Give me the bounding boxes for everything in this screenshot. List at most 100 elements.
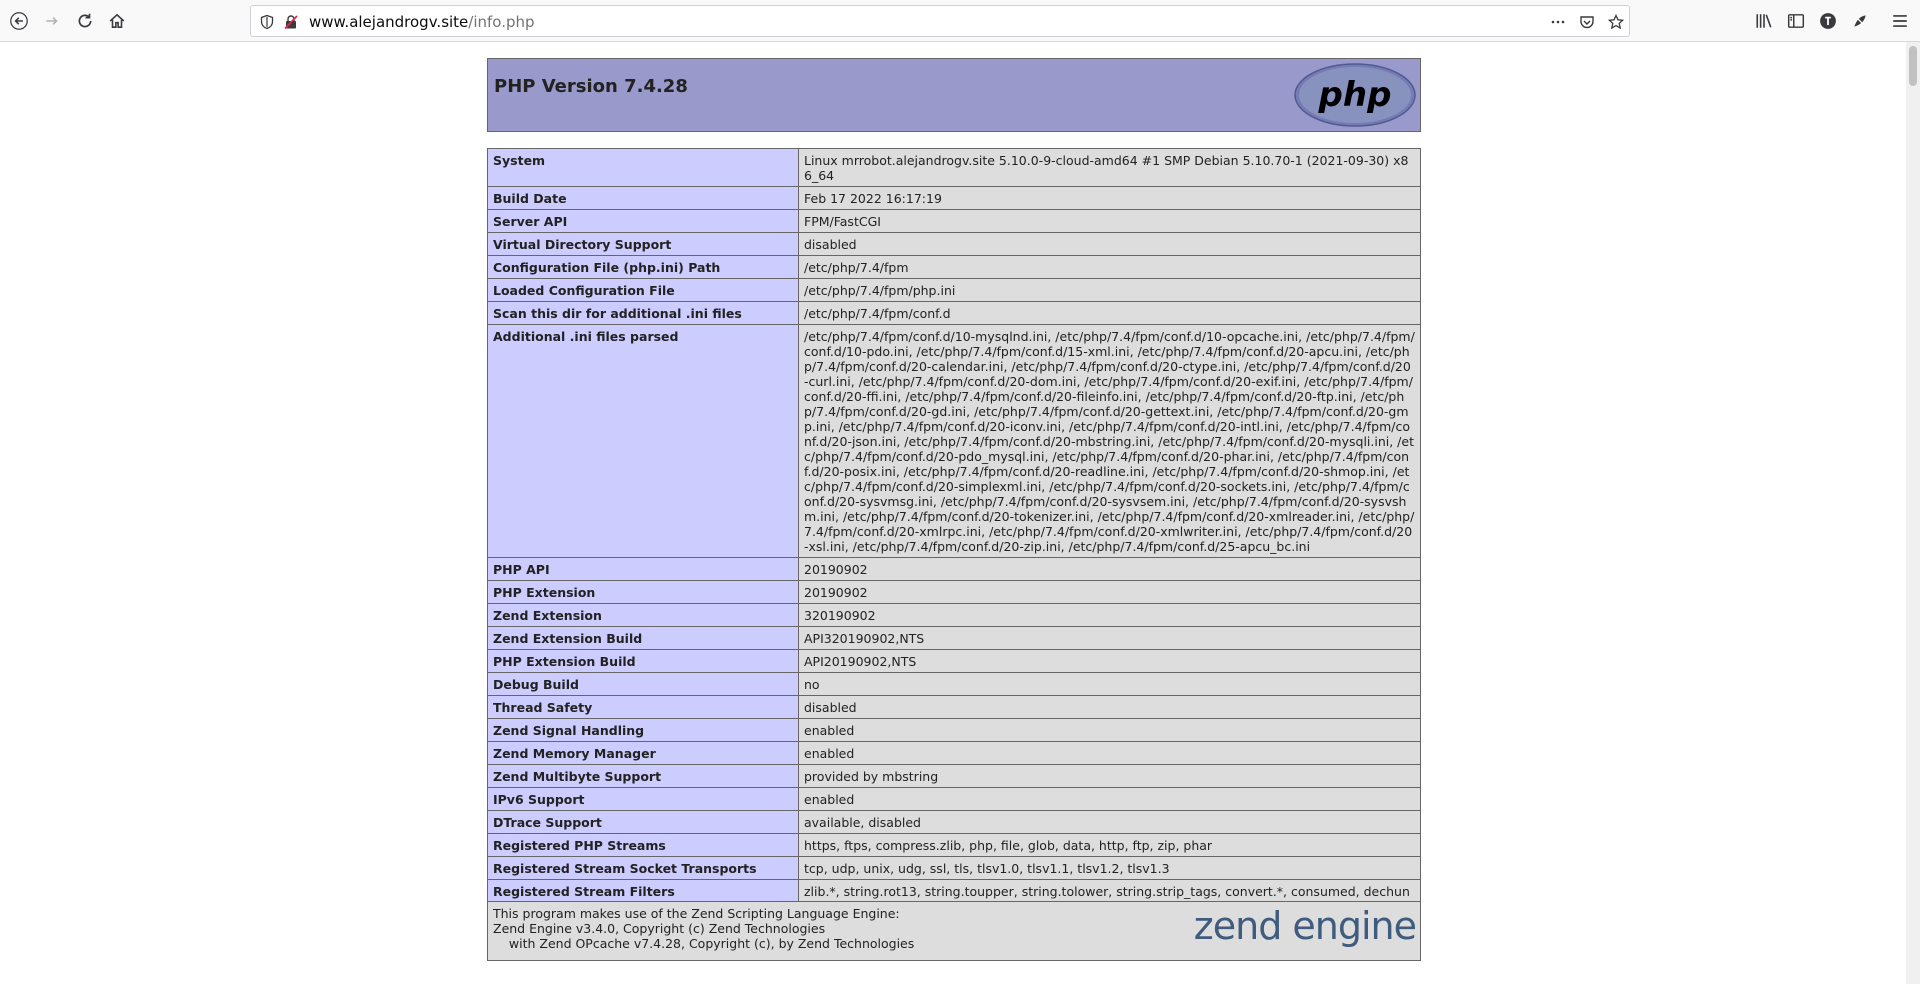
info-row: Zend Multibyte Support provided by mbstri… [487,764,1421,788]
zend-engine-box: This program makes use of the Zend Scrip… [487,901,1421,961]
info-key: Thread Safety [487,695,799,719]
info-value: /etc/php/7.4/fpm/php.ini [798,278,1421,302]
info-key: PHP Extension Build [487,649,799,673]
info-value: Feb 17 2022 16:17:19 [798,186,1421,210]
zend-line-2: Zend Engine v3.4.0, Copyright (c) Zend T… [493,921,826,936]
info-row: Virtual Directory Support disabled [487,232,1421,256]
info-key: Build Date [487,186,799,210]
info-row: Registered Stream Socket Transports tcp, … [487,856,1421,880]
info-key: DTrace Support [487,810,799,834]
info-value: API320190902,NTS [798,626,1421,650]
reload-button[interactable] [72,8,98,34]
info-key: Registered Stream Socket Transports [487,856,799,880]
account-avatar-icon [1820,13,1836,29]
scrollbar-thumb[interactable] [1909,46,1917,86]
info-key: Debug Build [487,672,799,696]
info-row: Zend Memory Manager enabled [487,741,1421,765]
home-button[interactable] [104,8,130,34]
info-value: enabled [798,787,1421,811]
info-key: Zend Extension Build [487,626,799,650]
info-value: disabled [798,695,1421,719]
info-row: Zend Signal Handling enabled [487,718,1421,742]
zend-engine-logo[interactable]: zend engine [1194,904,1417,948]
info-key: Additional .ini files parsed [487,324,799,558]
php-header: PHP Version 7.4.28 php [487,58,1421,132]
info-table: System Linux mrrobot.alejandrogv.site 5.1… [487,148,1421,918]
info-value: https, ftps, compress.zlib, php, file, g… [798,833,1421,857]
info-row: Additional .ini files parsed/etc/php/7.4… [487,324,1421,558]
zend-line-1: This program makes use of the Zend Scrip… [493,906,900,921]
menu-button[interactable] [1887,8,1913,34]
info-row: Build Date Feb 17 2022 16:17:19 [487,186,1421,210]
info-row: Zend Extension 320190902 [487,603,1421,627]
info-row: PHP Extension Build API20190902,NTS [487,649,1421,673]
info-key: System [487,148,799,187]
sidebar-button[interactable] [1783,8,1809,34]
info-value: 20190902 [798,580,1421,604]
account-button[interactable] [1815,8,1841,34]
url-bar[interactable]: www.alejandrogv.site/info.php [250,5,1630,37]
tracking-shield-icon[interactable] [257,12,277,32]
info-value: no [798,672,1421,696]
php-logo[interactable]: php [1294,63,1416,127]
hamburger-menu-icon [1893,15,1907,27]
info-value: /etc/php/7.4/fpm/conf.d [798,301,1421,325]
back-button[interactable] [6,8,32,34]
pocket-icon[interactable] [1577,12,1597,32]
info-row: Debug Build no [487,672,1421,696]
insecure-lock-icon[interactable] [281,12,301,32]
page-actions-icon[interactable] [1548,12,1568,32]
info-row: DTrace Support available, disabled [487,810,1421,834]
info-value: available, disabled [798,810,1421,834]
info-row: Scan this dir for additional .ini files /… [487,301,1421,325]
zend-text: This program makes use of the Zend Scrip… [493,906,914,951]
info-value: tcp, udp, unix, udg, ssl, tls, tlsv1.0, … [798,856,1421,880]
info-value: 320190902 [798,603,1421,627]
info-row: PHP Extension 20190902 [487,580,1421,604]
bookmark-star-icon[interactable] [1606,12,1626,32]
info-value: Linux mrrobot.alejandrogv.site 5.10.0-9-… [798,148,1421,187]
forward-button[interactable] [39,8,65,34]
info-key: Configuration File (php.ini) Path [487,255,799,279]
info-key: Zend Multibyte Support [487,764,799,788]
info-row: IPv6 Support enabled [487,787,1421,811]
info-value: enabled [798,741,1421,765]
info-row: Zend Extension Build API320190902,NTS [487,626,1421,650]
browser-toolbar: www.alejandrogv.site/info.php [0,0,1920,42]
library-button[interactable] [1751,8,1777,34]
info-value: /etc/php/7.4/fpm [798,255,1421,279]
info-row: Server API FPM/FastCGI [487,209,1421,233]
info-key: Scan this dir for additional .ini files [487,301,799,325]
info-key: Loaded Configuration File [487,278,799,302]
info-row: Thread Safety disabled [487,695,1421,719]
info-key: PHP Extension [487,580,799,604]
forward-arrow-icon [46,17,58,25]
info-value: provided by mbstring [798,764,1421,788]
info-value: enabled [798,718,1421,742]
url-path: /info.php [468,13,535,31]
info-row: PHP API 20190902 [487,557,1421,581]
extension-button[interactable] [1847,8,1873,34]
info-key: Registered PHP Streams [487,833,799,857]
sidebar-icon [1787,14,1805,28]
info-key: Zend Signal Handling [487,718,799,742]
info-key: PHP API [487,557,799,581]
zend-line-3: with Zend OPcache v7.4.28, Copyright (c)… [493,936,915,951]
info-value: FPM/FastCGI [798,209,1421,233]
extension-icon [1854,15,1866,27]
info-key: Virtual Directory Support [487,232,799,256]
home-icon [109,13,125,28]
scrollbar-track[interactable] [1906,42,1920,984]
info-key: IPv6 Support [487,787,799,811]
reload-icon [78,13,92,28]
info-row: Loaded Configuration File/etc/php/7.4/fp… [487,278,1421,302]
info-value: /etc/php/7.4/fpm/conf.d/10-mysqlnd.ini, … [798,324,1421,558]
url-text[interactable]: www.alejandrogv.site/info.php [309,13,535,31]
info-value: 20190902 [798,557,1421,581]
php-logo-text: php [1318,75,1392,115]
info-row: Registered PHP Streams https, ftps, compr… [487,833,1421,857]
back-arrow-icon [10,12,28,30]
page-title: PHP Version 7.4.28 [494,76,688,97]
library-icon [1756,14,1772,28]
url-host: www.alejandrogv.site [309,13,469,31]
